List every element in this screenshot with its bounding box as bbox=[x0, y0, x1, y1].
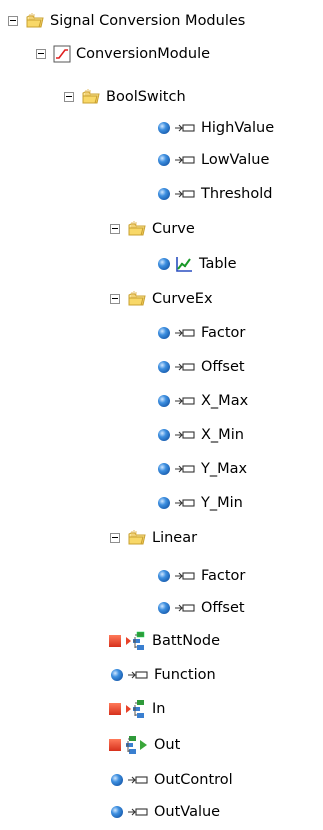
parameter-icon bbox=[175, 465, 195, 473]
sphere-icon bbox=[158, 258, 170, 270]
parameter-y-max[interactable]: Y_Max bbox=[157, 458, 247, 480]
sphere-icon bbox=[111, 806, 123, 818]
input-node-icon bbox=[126, 700, 144, 718]
signal-outvalue[interactable]: OutValue bbox=[110, 801, 220, 823]
sphere-icon bbox=[158, 602, 170, 614]
table-chart-icon bbox=[176, 257, 192, 272]
parameter-icon bbox=[175, 124, 195, 132]
output-node-icon bbox=[126, 736, 147, 754]
collapse-toggle[interactable] bbox=[110, 224, 120, 234]
collapse-toggle[interactable] bbox=[8, 16, 18, 26]
tree-node-root[interactable]: Signal Conversion Modules bbox=[8, 10, 245, 32]
parameter-threshold[interactable]: Threshold bbox=[157, 183, 272, 205]
folder-curve[interactable]: Curve bbox=[110, 218, 195, 240]
collapse-toggle[interactable] bbox=[110, 294, 120, 304]
tree-node-label: Function bbox=[154, 667, 216, 683]
signal-out[interactable]: Out bbox=[108, 734, 180, 756]
sphere-icon bbox=[111, 774, 123, 786]
sphere-icon bbox=[158, 154, 170, 166]
tree-node-label: OutValue bbox=[154, 804, 221, 820]
folder-linear[interactable]: Linear bbox=[110, 527, 197, 549]
folder-icon bbox=[128, 221, 146, 236]
signal-in[interactable]: In bbox=[108, 698, 165, 720]
sphere-icon bbox=[158, 327, 170, 339]
signal-tree: Signal Conversion Modules ConversionModu… bbox=[0, 0, 323, 830]
tree-node-label: Table bbox=[199, 256, 237, 272]
parameter-icon bbox=[128, 808, 148, 816]
collapse-toggle[interactable] bbox=[36, 49, 46, 59]
curve-module-icon bbox=[53, 45, 71, 63]
tree-node-label: Factor bbox=[201, 325, 246, 341]
tree-node-label: X_Min bbox=[201, 427, 244, 443]
collapse-toggle[interactable] bbox=[110, 533, 120, 543]
tree-node-label: Y_Min bbox=[201, 495, 243, 511]
parameter-icon bbox=[128, 776, 148, 784]
parameter-icon bbox=[175, 572, 195, 580]
folder-icon bbox=[128, 530, 146, 545]
folder-icon bbox=[26, 13, 44, 28]
folder-icon bbox=[128, 291, 146, 306]
sphere-icon bbox=[158, 429, 170, 441]
tree-node-label: Signal Conversion Modules bbox=[50, 13, 246, 29]
signal-battnode[interactable]: BattNode bbox=[108, 630, 220, 652]
sphere-icon bbox=[158, 188, 170, 200]
parameter-x-max[interactable]: X_Max bbox=[157, 390, 248, 412]
folder-boolswitch[interactable]: BoolSwitch bbox=[64, 86, 186, 108]
input-square-icon bbox=[109, 635, 121, 647]
parameter-icon bbox=[175, 363, 195, 371]
tree-node-label: Factor bbox=[201, 568, 246, 584]
tree-node-label: Linear bbox=[152, 530, 198, 546]
parameter-factor[interactable]: Factor bbox=[157, 322, 245, 344]
tree-node-label: BoolSwitch bbox=[106, 89, 186, 105]
folder-curveex[interactable]: CurveEx bbox=[110, 288, 213, 310]
tree-node-label: ConversionModule bbox=[76, 46, 211, 62]
input-square-icon bbox=[109, 703, 121, 715]
sphere-icon bbox=[158, 361, 170, 373]
tree-node-label: LowValue bbox=[201, 152, 270, 168]
sphere-icon bbox=[158, 570, 170, 582]
sphere-icon bbox=[158, 395, 170, 407]
tree-node-label: OutControl bbox=[154, 772, 233, 788]
parameter-y-min[interactable]: Y_Min bbox=[157, 492, 243, 514]
parameter-highvalue[interactable]: HighValue bbox=[157, 117, 274, 139]
tree-node-label: Offset bbox=[201, 359, 245, 375]
parameter-icon bbox=[175, 329, 195, 337]
tree-node-label: Y_Max bbox=[201, 461, 248, 477]
parameter-offset[interactable]: Offset bbox=[157, 356, 245, 378]
tree-node-label: X_Max bbox=[201, 393, 249, 409]
signal-function[interactable]: Function bbox=[110, 664, 216, 686]
parameter-linear-factor[interactable]: Factor bbox=[157, 565, 245, 587]
sphere-icon bbox=[158, 122, 170, 134]
signal-outcontrol[interactable]: OutControl bbox=[110, 769, 233, 791]
tree-node-module[interactable]: ConversionModule bbox=[36, 43, 210, 65]
folder-icon bbox=[82, 89, 100, 104]
tree-node-label: Out bbox=[154, 737, 181, 753]
parameter-icon bbox=[175, 397, 195, 405]
tree-node-label: CurveEx bbox=[152, 291, 213, 307]
output-square-icon bbox=[109, 739, 121, 751]
tree-node-label: BattNode bbox=[152, 633, 221, 649]
collapse-toggle[interactable] bbox=[64, 92, 74, 102]
table-entry[interactable]: Table bbox=[157, 253, 237, 275]
tree-node-label: In bbox=[152, 701, 166, 717]
parameter-icon bbox=[175, 190, 195, 198]
input-node-icon bbox=[126, 631, 145, 650]
parameter-x-min[interactable]: X_Min bbox=[157, 424, 244, 446]
parameter-icon bbox=[128, 671, 148, 679]
parameter-icon bbox=[175, 431, 195, 439]
sphere-icon bbox=[111, 669, 123, 681]
sphere-icon bbox=[158, 463, 170, 475]
tree-node-label: Offset bbox=[201, 600, 245, 616]
tree-node-label: HighValue bbox=[201, 120, 275, 136]
sphere-icon bbox=[158, 497, 170, 509]
tree-node-label: Curve bbox=[152, 221, 195, 237]
parameter-linear-offset[interactable]: Offset bbox=[157, 597, 245, 619]
parameter-icon bbox=[175, 156, 195, 164]
tree-node-label: Threshold bbox=[201, 186, 273, 202]
parameter-icon bbox=[175, 604, 195, 612]
parameter-lowvalue[interactable]: LowValue bbox=[157, 149, 269, 171]
parameter-icon bbox=[175, 499, 195, 507]
